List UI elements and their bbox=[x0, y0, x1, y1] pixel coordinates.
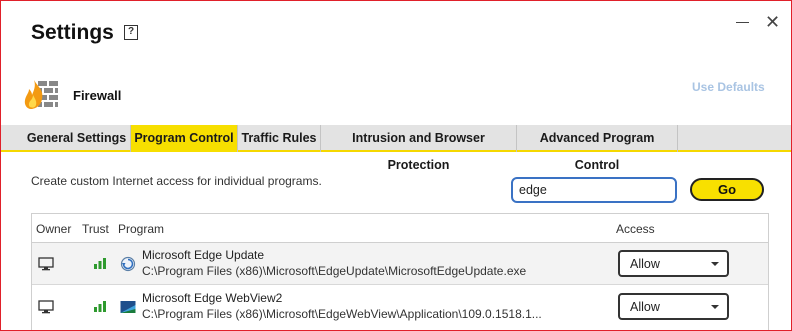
table-row[interactable]: Microsoft Edge WebView2 C:\Program Files… bbox=[32, 286, 768, 328]
column-header-trust: Trust bbox=[82, 222, 109, 236]
settings-window: Settings ? ✕ Firewall Use Defaults Gener… bbox=[0, 0, 792, 331]
monitor-icon bbox=[38, 257, 54, 271]
column-header-owner: Owner bbox=[36, 222, 72, 236]
minimize-button[interactable] bbox=[736, 13, 750, 33]
description-text: Create custom Internet access for indivi… bbox=[31, 174, 322, 188]
program-name: Microsoft Edge Update bbox=[142, 248, 265, 262]
section-title: Firewall bbox=[73, 88, 122, 103]
program-name: Microsoft Edge WebView2 bbox=[142, 291, 283, 305]
help-icon[interactable]: ? bbox=[124, 25, 138, 40]
webview-icon bbox=[120, 301, 136, 313]
tab-advanced-program-control[interactable]: Advanced Program Control bbox=[516, 125, 678, 172]
go-button[interactable]: Go bbox=[690, 178, 764, 201]
access-dropdown[interactable]: Allow bbox=[618, 293, 729, 320]
tab-intrusion-browser-protection[interactable]: Intrusion and Browser Protection bbox=[320, 125, 516, 172]
chevron-down-icon bbox=[711, 262, 719, 266]
monitor-icon bbox=[38, 300, 54, 314]
tab-program-control[interactable]: Program Control bbox=[130, 125, 237, 152]
program-table: Owner Trust Program Access Microsoft Edg… bbox=[31, 213, 769, 330]
firewall-icon bbox=[24, 80, 58, 109]
table-row[interactable]: Microsoft Edge Update C:\Program Files (… bbox=[32, 243, 768, 285]
chevron-down-icon bbox=[711, 305, 719, 309]
tab-traffic-rules[interactable]: Traffic Rules bbox=[237, 125, 320, 152]
signal-bars-icon bbox=[94, 301, 106, 312]
access-value: Allow bbox=[630, 300, 660, 314]
access-value: Allow bbox=[630, 257, 660, 271]
tab-bar: General Settings Program Control Traffic… bbox=[1, 125, 791, 172]
search-input[interactable] bbox=[511, 177, 677, 203]
access-dropdown[interactable]: Allow bbox=[618, 250, 729, 277]
use-defaults-link[interactable]: Use Defaults bbox=[692, 80, 765, 94]
column-header-access: Access bbox=[616, 222, 655, 236]
program-path: C:\Program Files (x86)\Microsoft\EdgeUpd… bbox=[142, 264, 527, 278]
page-title: Settings bbox=[31, 21, 114, 44]
edge-update-icon bbox=[120, 256, 136, 272]
program-path: C:\Program Files (x86)\Microsoft\EdgeWeb… bbox=[142, 307, 542, 321]
close-button[interactable]: ✕ bbox=[765, 13, 780, 31]
column-header-program: Program bbox=[118, 222, 165, 236]
tab-general-settings[interactable]: General Settings bbox=[23, 125, 130, 152]
signal-bars-icon bbox=[94, 258, 106, 269]
